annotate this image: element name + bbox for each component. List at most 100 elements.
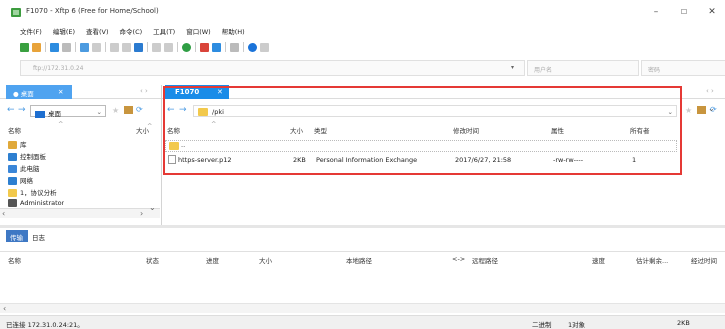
scroll-left-icon[interactable]: ‹ (3, 304, 6, 313)
properties-icon[interactable] (152, 42, 161, 52)
tab-log[interactable]: 日志 (32, 230, 45, 242)
transfer-col-direction[interactable]: <-> (452, 255, 465, 263)
split-icon[interactable] (92, 42, 101, 52)
remote-col-type[interactable]: 类型 (314, 125, 327, 135)
tree-item-administrator[interactable]: Administrator (8, 199, 64, 208)
remote-column-header: 名称 ^ 大小 类型 修改时间 属性 所有者 (163, 120, 723, 136)
scroll-right-icon[interactable]: › (140, 209, 143, 218)
star-icon[interactable]: ★ (112, 106, 119, 115)
remote-path-input[interactable]: /pki ⌄ (193, 105, 677, 117)
tree-item-library[interactable]: 库 (8, 139, 27, 150)
path-dropdown-icon[interactable]: ⌄ (97, 108, 102, 116)
scroll-down-icon[interactable]: ⌄ (149, 203, 156, 212)
folder-icon (169, 142, 179, 150)
toolbar-divider (75, 42, 76, 52)
tab-local-desktop[interactable]: ● 桌面 ✕ (6, 85, 72, 99)
tab-scroll-icon[interactable]: ‹ › (140, 87, 148, 95)
local-col-name[interactable]: 名称 (8, 125, 21, 135)
desktop-icon (35, 110, 45, 118)
transfer-col-name[interactable]: 名称 (8, 255, 21, 265)
layout-icon[interactable] (110, 42, 119, 52)
menu-command[interactable]: 命令(C) (120, 26, 143, 36)
toolbar-divider (105, 42, 106, 52)
transfer-hscrollbar[interactable]: ‹ (0, 303, 725, 313)
tree-item-this-pc[interactable]: 此电脑 (8, 163, 40, 174)
transfer-col-status[interactable]: 状态 (146, 255, 159, 265)
path-dropdown-icon[interactable]: ⌄ (668, 108, 673, 116)
remote-col-size[interactable]: 大小 (290, 125, 303, 135)
globe-icon[interactable] (182, 42, 191, 52)
tree-item-control-panel[interactable]: 控制面板 (8, 151, 46, 162)
tree-item-protocol-folder[interactable]: 1，协议分析 (8, 187, 57, 198)
close-button[interactable]: ✕ (704, 5, 720, 19)
row-type: Personal Information Exchange (316, 156, 418, 164)
remote-col-attributes[interactable]: 属性 (551, 125, 564, 135)
forward-arrow-icon[interactable]: → (179, 105, 187, 115)
back-arrow-icon[interactable]: ← (7, 105, 15, 115)
menu-view[interactable]: 查看(V) (86, 26, 109, 36)
transfer-col-remote-path[interactable]: 远程路径 (472, 255, 498, 265)
menu-tools[interactable]: 工具(T) (153, 26, 175, 36)
transfer-icon[interactable] (50, 42, 59, 52)
remote-col-name[interactable]: 名称 (167, 125, 180, 135)
filter-icon[interactable] (164, 42, 173, 52)
back-arrow-icon[interactable]: ← (167, 105, 175, 115)
table-row[interactable]: https-server.p12 2KB Personal Informatio… (165, 154, 677, 166)
maximize-button[interactable]: ☐ (676, 5, 692, 19)
transfer-col-remaining[interactable]: 估计剩余... (636, 255, 668, 265)
transfer-col-local-path[interactable]: 本地路径 (346, 255, 372, 265)
options-icon[interactable] (230, 42, 239, 52)
table-row[interactable]: .. (165, 140, 677, 152)
host-input[interactable]: ftp://172.31.0.24 (20, 60, 525, 76)
help-icon[interactable] (248, 42, 257, 52)
scroll-left-icon[interactable]: ‹ (2, 209, 5, 218)
refresh-icon[interactable]: ⟳ (136, 105, 143, 114)
tree-label: 控制面板 (20, 153, 46, 161)
host-dropdown-icon[interactable]: ▾ (511, 64, 514, 71)
folder-up-icon[interactable] (124, 106, 133, 114)
certificate-file-icon (168, 155, 176, 164)
menu-edit[interactable]: 编辑(E) (53, 26, 75, 36)
forward-arrow-icon[interactable]: → (18, 105, 26, 115)
username-placeholder: 用户名 (534, 67, 553, 74)
chat-icon[interactable] (260, 42, 269, 52)
edit-icon[interactable] (134, 42, 143, 52)
horizontal-splitter[interactable] (0, 225, 725, 228)
tree-item-network[interactable]: 网络 (8, 175, 33, 186)
tab-close-icon[interactable]: ✕ (217, 88, 223, 96)
menu-file[interactable]: 文件(F) (20, 26, 42, 36)
folder-up-icon[interactable] (697, 106, 706, 114)
open-icon[interactable] (32, 42, 41, 52)
new-session-icon[interactable] (20, 42, 29, 52)
stop-icon[interactable] (200, 42, 209, 52)
sync-icon[interactable] (62, 42, 71, 52)
remote-col-modified[interactable]: 修改时间 (453, 125, 479, 135)
transfer-col-size[interactable]: 大小 (259, 255, 272, 265)
local-path-input[interactable]: 桌面 ⌄ (30, 105, 106, 118)
window-title: F1070 - Xftp 6 (Free for Home/School) (26, 7, 159, 15)
transfer-col-progress[interactable]: 进度 (206, 255, 219, 265)
refresh-icon[interactable] (80, 42, 89, 52)
minimize-button[interactable]: – (648, 5, 664, 19)
address-bar: ftp://172.31.0.24 ▾ 用户名 密码 (20, 60, 725, 77)
menu-help[interactable]: 帮助(H) (222, 26, 245, 36)
tab-transfers[interactable]: 传输 (6, 230, 28, 242)
sort-arrow-icon: ^ (147, 122, 153, 130)
tab-close-icon[interactable]: ✕ (58, 88, 63, 96)
row-modified: 2017/6/27, 21:58 (455, 156, 512, 164)
info-icon[interactable] (212, 42, 221, 52)
path-dropdown-icon[interactable]: ⌄ (708, 104, 715, 113)
password-input[interactable]: 密码 (641, 60, 725, 76)
star-icon[interactable]: ★ (685, 106, 692, 115)
local-path-row: ← → 桌面 ⌄ ★ ⟳ (0, 104, 160, 119)
menu-window[interactable]: 窗口(W) (186, 26, 211, 36)
tab-remote-f1070[interactable]: F1070 ✕ (165, 85, 229, 99)
local-hscrollbar[interactable]: ‹ › (0, 208, 160, 218)
tab-scroll-icon[interactable]: ‹ › (706, 87, 714, 95)
transfer-col-speed[interactable]: 速度 (592, 255, 605, 265)
transfer-col-elapsed[interactable]: 经过时间 (691, 255, 717, 265)
pane-splitter[interactable] (161, 85, 162, 225)
layout-icon[interactable] (122, 42, 131, 52)
remote-col-owner[interactable]: 所有者 (630, 125, 650, 135)
username-input[interactable]: 用户名 (527, 60, 639, 76)
